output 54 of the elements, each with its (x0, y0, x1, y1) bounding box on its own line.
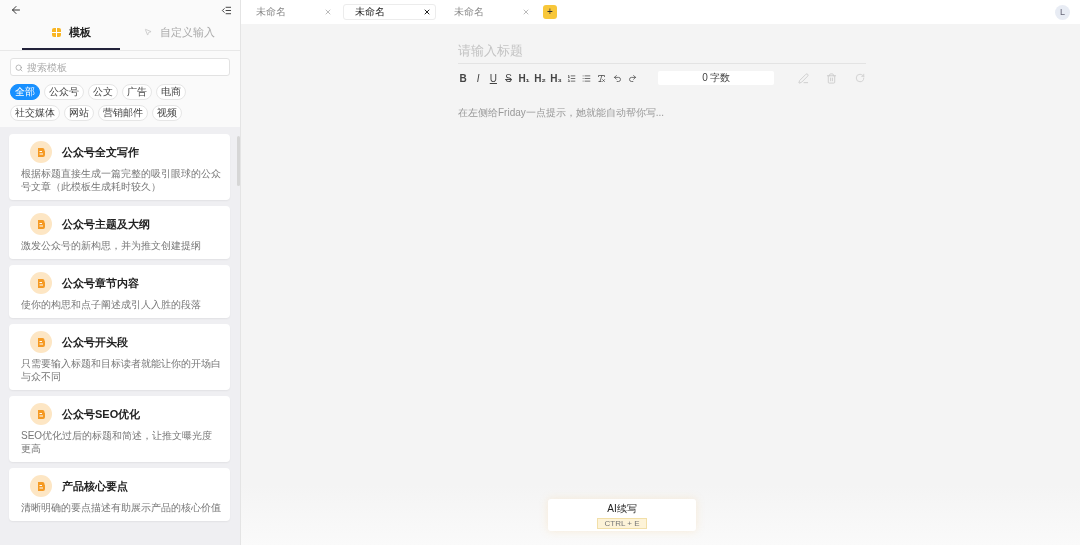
cursor-icon (143, 28, 152, 36)
template-card[interactable]: 产品核心要点 清晰明确的要点描述有助展示产品的核心价值 (9, 468, 230, 521)
search-field[interactable]: 搜索模板 (10, 58, 230, 76)
template-title: 产品核心要点 (62, 478, 128, 494)
template-title: 公众号章节内容 (62, 275, 139, 291)
filter-chip[interactable]: 社交媒体 (10, 105, 60, 121)
document-icon (35, 480, 47, 492)
italic-button[interactable]: I (473, 71, 484, 85)
template-description: 根据标题直接生成一篇完整的吸引眼球的公众号文章（此模板生成耗时较久） (21, 167, 222, 193)
ai-continue-button[interactable]: AI续写 CTRL + E (548, 499, 696, 531)
bold-button[interactable]: B (458, 71, 469, 85)
template-card[interactable]: 公众号开头段 只需要输入标题和目标读者就能让你的开场白与众不同 (9, 324, 230, 390)
document-tab[interactable]: 未命名 (343, 4, 436, 20)
document-icon (35, 146, 47, 158)
template-description: SEO优化过后的标题和简述，让推文曝光度更高 (21, 429, 214, 455)
template-card[interactable]: 公众号主题及大纲 激发公众号的新构思，并为推文创建提纲 (9, 206, 230, 259)
template-title: 公众号SEO优化 (62, 406, 141, 422)
document-tab[interactable]: 未命名 (244, 4, 337, 20)
underline-button[interactable]: U (488, 71, 499, 85)
heading-button[interactable]: H₂ (534, 71, 546, 85)
template-description: 清晰明确的要点描述有助展示产品的核心价值 (21, 501, 222, 514)
document-icon (35, 336, 47, 348)
template-description: 只需要输入标题和目标读者就能让你的开场白与众不同 (21, 357, 222, 383)
collapse-sidebar-icon[interactable] (221, 4, 232, 16)
template-title: 公众号主题及大纲 (62, 216, 150, 232)
template-description: 激发公众号的新构思，并为推文创建提纲 (21, 239, 202, 252)
template-card[interactable]: 公众号SEO优化 SEO优化过后的标题和简述，让推文曝光度更高 (9, 396, 230, 462)
heading-button[interactable]: H₁ (518, 71, 530, 85)
filter-chip[interactable]: 视频 (152, 105, 182, 121)
heading-button[interactable]: H₃ (550, 71, 562, 85)
avatar[interactable]: L (1055, 4, 1070, 20)
filter-chip[interactable]: 电商 (156, 84, 186, 100)
new-tab-button[interactable]: + (543, 5, 557, 19)
document-icon (35, 408, 47, 420)
word-count: 0 字数 (658, 71, 775, 85)
document-tab[interactable]: 未命名 (442, 4, 535, 20)
back-icon[interactable] (10, 4, 22, 16)
sidebar-tab[interactable]: 模板 (22, 16, 120, 50)
template-title: 公众号开头段 (62, 334, 128, 350)
filter-chip[interactable]: 公文 (88, 84, 118, 100)
template-title: 公众号全文写作 (62, 144, 139, 160)
filter-chip[interactable]: 公众号 (44, 84, 84, 100)
search-icon (15, 64, 23, 72)
grid-icon (51, 27, 61, 37)
filter-chip[interactable]: 网站 (64, 105, 94, 121)
template-card[interactable]: 公众号全文写作 根据标题直接生成一篇完整的吸引眼球的公众号文章（此模板生成耗时较久） (9, 134, 230, 200)
filter-chip[interactable]: 营销邮件 (98, 105, 148, 121)
close-icon[interactable] (423, 8, 431, 16)
strikethrough-button[interactable]: S (503, 71, 514, 85)
document-icon (35, 277, 47, 289)
template-card[interactable]: 公众号章节内容 使你的构思和点子阐述成引人入胜的段落 (9, 265, 230, 318)
document-icon (35, 218, 47, 230)
template-description: 使你的构思和点子阐述成引人入胜的段落 (21, 298, 202, 311)
filter-chip[interactable]: 广告 (122, 84, 152, 100)
